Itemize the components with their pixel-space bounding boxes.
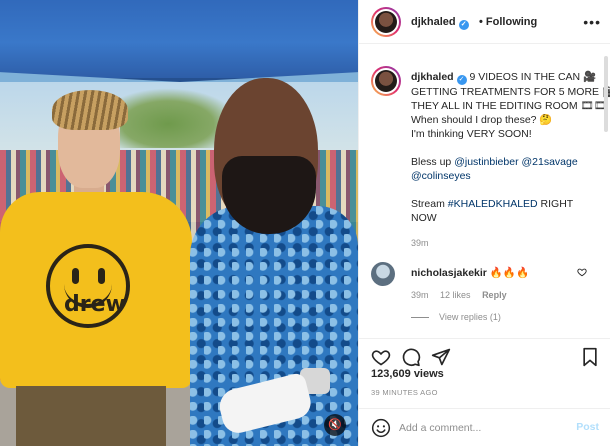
person-yellow-shirt: drew <box>0 90 200 446</box>
caption-line: @colinseyes <box>411 169 595 183</box>
verified-badge-icon: ✓ <box>458 20 469 30</box>
caption-line: Stream #KHALEDKHALED RIGHT <box>411 197 595 211</box>
caption-text: djkhaled ✓ 9 VIDEOS IN THE CAN 🎥 GETTING… <box>411 70 610 225</box>
views-count[interactable]: 123,609 views <box>371 368 444 380</box>
bless-prefix: Bless up <box>411 156 455 168</box>
pants <box>16 386 166 446</box>
blue-tent-canopy <box>0 0 358 82</box>
following-button[interactable]: Following <box>486 16 537 28</box>
post-side-panel: djkhaled ✓ • Following ••• djkhaled ✓ 9 … <box>358 0 610 446</box>
caption-line: NOW <box>411 212 437 224</box>
follow-status[interactable]: • Following <box>479 16 537 28</box>
like-heart-icon[interactable] <box>371 347 391 370</box>
caption-avatar[interactable] <box>371 66 401 96</box>
separator-dot: • <box>479 16 483 28</box>
comment-like-heart-icon[interactable] <box>577 267 587 280</box>
header-username-text[interactable]: djkhaled <box>411 16 456 28</box>
post-video[interactable]: drew 🔇 <box>0 0 358 446</box>
caption-username[interactable]: djkhaled <box>411 71 454 83</box>
hair <box>52 90 128 130</box>
caption-line: I'm thinking VERY SOON! <box>411 128 532 140</box>
caption-line: When should I drop these? 🤔 <box>411 114 553 126</box>
reply-button[interactable]: Reply <box>482 290 507 300</box>
comment-line: nicholasjakekir 🔥🔥🔥 <box>411 266 529 279</box>
stream-suffix: RIGHT <box>537 198 574 210</box>
stream-prefix: Stream <box>411 198 448 210</box>
emoji-smiley-icon[interactable] <box>371 418 391 438</box>
comment-meta: 39m 12 likes Reply <box>411 290 516 300</box>
comment-item: nicholasjakekir 🔥🔥🔥 39m 12 likes Reply V… <box>359 256 610 326</box>
post-comment-button[interactable]: Post <box>576 421 599 433</box>
more-options-icon[interactable]: ••• <box>583 14 601 30</box>
view-replies-button[interactable]: View replies (1) <box>411 312 501 322</box>
caption-line: THEY ALL IN THE EDITING ROOM 🎞🎞 <box>411 100 608 112</box>
mention-link[interactable]: @21savage <box>521 156 577 168</box>
caption-line-text: 9 VIDEOS IN THE CAN 🎥 <box>469 71 597 83</box>
caption-line: GETTING TREATMENTS FOR 5 MORE 🎬 <box>411 86 610 98</box>
caption-line: djkhaled ✓ 9 VIDEOS IN THE CAN 🎥 <box>411 70 597 85</box>
mute-icon[interactable]: 🔇 <box>324 414 346 436</box>
commenter-username[interactable]: nicholasjakekir <box>411 267 487 279</box>
view-replies-label[interactable]: View replies (1) <box>439 312 501 322</box>
post-timestamp: 39 MINUTES AGO <box>371 388 438 397</box>
shirt-text: drew <box>64 292 126 317</box>
caption-scrollbar[interactable] <box>604 56 608 132</box>
verified-badge-icon: ✓ <box>456 75 467 85</box>
commenter-avatar[interactable] <box>371 262 395 286</box>
comment-time: 39m <box>411 290 429 300</box>
caption-line: Bless up @justinbieber @21savage <box>411 155 595 169</box>
comment-text: 🔥🔥🔥 <box>489 267 530 279</box>
save-bookmark-icon[interactable] <box>581 347 599 370</box>
comment-input[interactable] <box>399 417 569 439</box>
add-comment-bar: Post <box>359 408 610 446</box>
header-avatar[interactable] <box>371 7 401 37</box>
post-header: djkhaled ✓ • Following ••• <box>359 0 610 44</box>
replies-dash <box>411 317 429 319</box>
caption-timestamp: 39m <box>411 238 429 248</box>
comment-bubble-icon[interactable] <box>401 347 421 370</box>
yellow-shirt: drew <box>0 192 192 388</box>
header-username[interactable]: djkhaled ✓ <box>411 16 469 30</box>
hashtag-link[interactable]: #KHALEDKHALED <box>448 198 538 210</box>
mention-link[interactable]: @justinbieber <box>454 156 518 168</box>
comment-likes[interactable]: 12 likes <box>440 290 471 300</box>
mention-link[interactable]: @colinseyes <box>411 170 471 182</box>
share-paper-plane-icon[interactable] <box>431 347 451 370</box>
